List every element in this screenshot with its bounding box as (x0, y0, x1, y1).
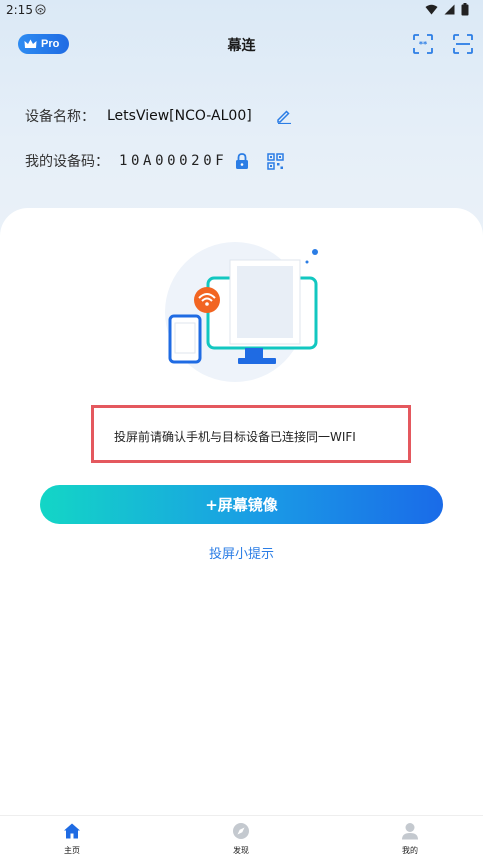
device-name-row: 设备名称： LetsView[NCO-AL00] (25, 106, 292, 126)
wifi-notice-text: 投屏前请确认手机与目标设备已连接同一WIFI (114, 430, 356, 444)
edit-icon[interactable] (276, 108, 292, 124)
device-name-value: LetsView[NCO-AL00] (107, 108, 252, 124)
network-status-icon (35, 4, 46, 15)
qr-code-icon[interactable] (267, 152, 285, 170)
cellular-signal-icon (444, 4, 455, 15)
nav-label-home: 主页 (64, 846, 80, 855)
status-bar: 2:15 (0, 0, 483, 22)
device-code-row: 我的设备码： 10A00020F (25, 151, 285, 171)
nav-item-me[interactable]: 我的 (380, 822, 440, 856)
screen-mirror-button[interactable]: +屏幕镜像 (40, 485, 443, 524)
device-name-label: 设备名称： (25, 109, 95, 125)
home-icon (64, 823, 80, 839)
lock-icon[interactable] (235, 152, 249, 170)
user-icon (402, 823, 418, 840)
svg-text:**: ** (419, 40, 428, 49)
battery-icon (461, 3, 469, 16)
nav-item-home[interactable]: 主页 (42, 822, 102, 856)
wifi-notice-box: 投屏前请确认手机与目标设备已连接同一WIFI (91, 405, 411, 463)
status-time: 2:15 (6, 3, 33, 17)
nav-item-discover[interactable]: 发现 (211, 822, 271, 856)
mirror-tips-link[interactable]: 投屏小提示 (0, 543, 483, 562)
scan-qr-icon[interactable] (453, 34, 473, 54)
device-code-label: 我的设备码： (25, 154, 109, 170)
status-indicators (425, 3, 469, 16)
compass-icon (233, 823, 249, 839)
nav-label-discover: 发现 (233, 846, 249, 855)
wifi-signal-icon (425, 4, 438, 15)
screen-mirror-illustration (165, 242, 318, 382)
bottom-nav: 主页 发现 我的 (0, 815, 483, 859)
scan-connect-icon[interactable]: ** (413, 34, 433, 54)
page-title: 幕连 (227, 38, 256, 54)
device-code-value: 10A00020F (119, 153, 228, 169)
nav-label-me: 我的 (402, 846, 418, 855)
